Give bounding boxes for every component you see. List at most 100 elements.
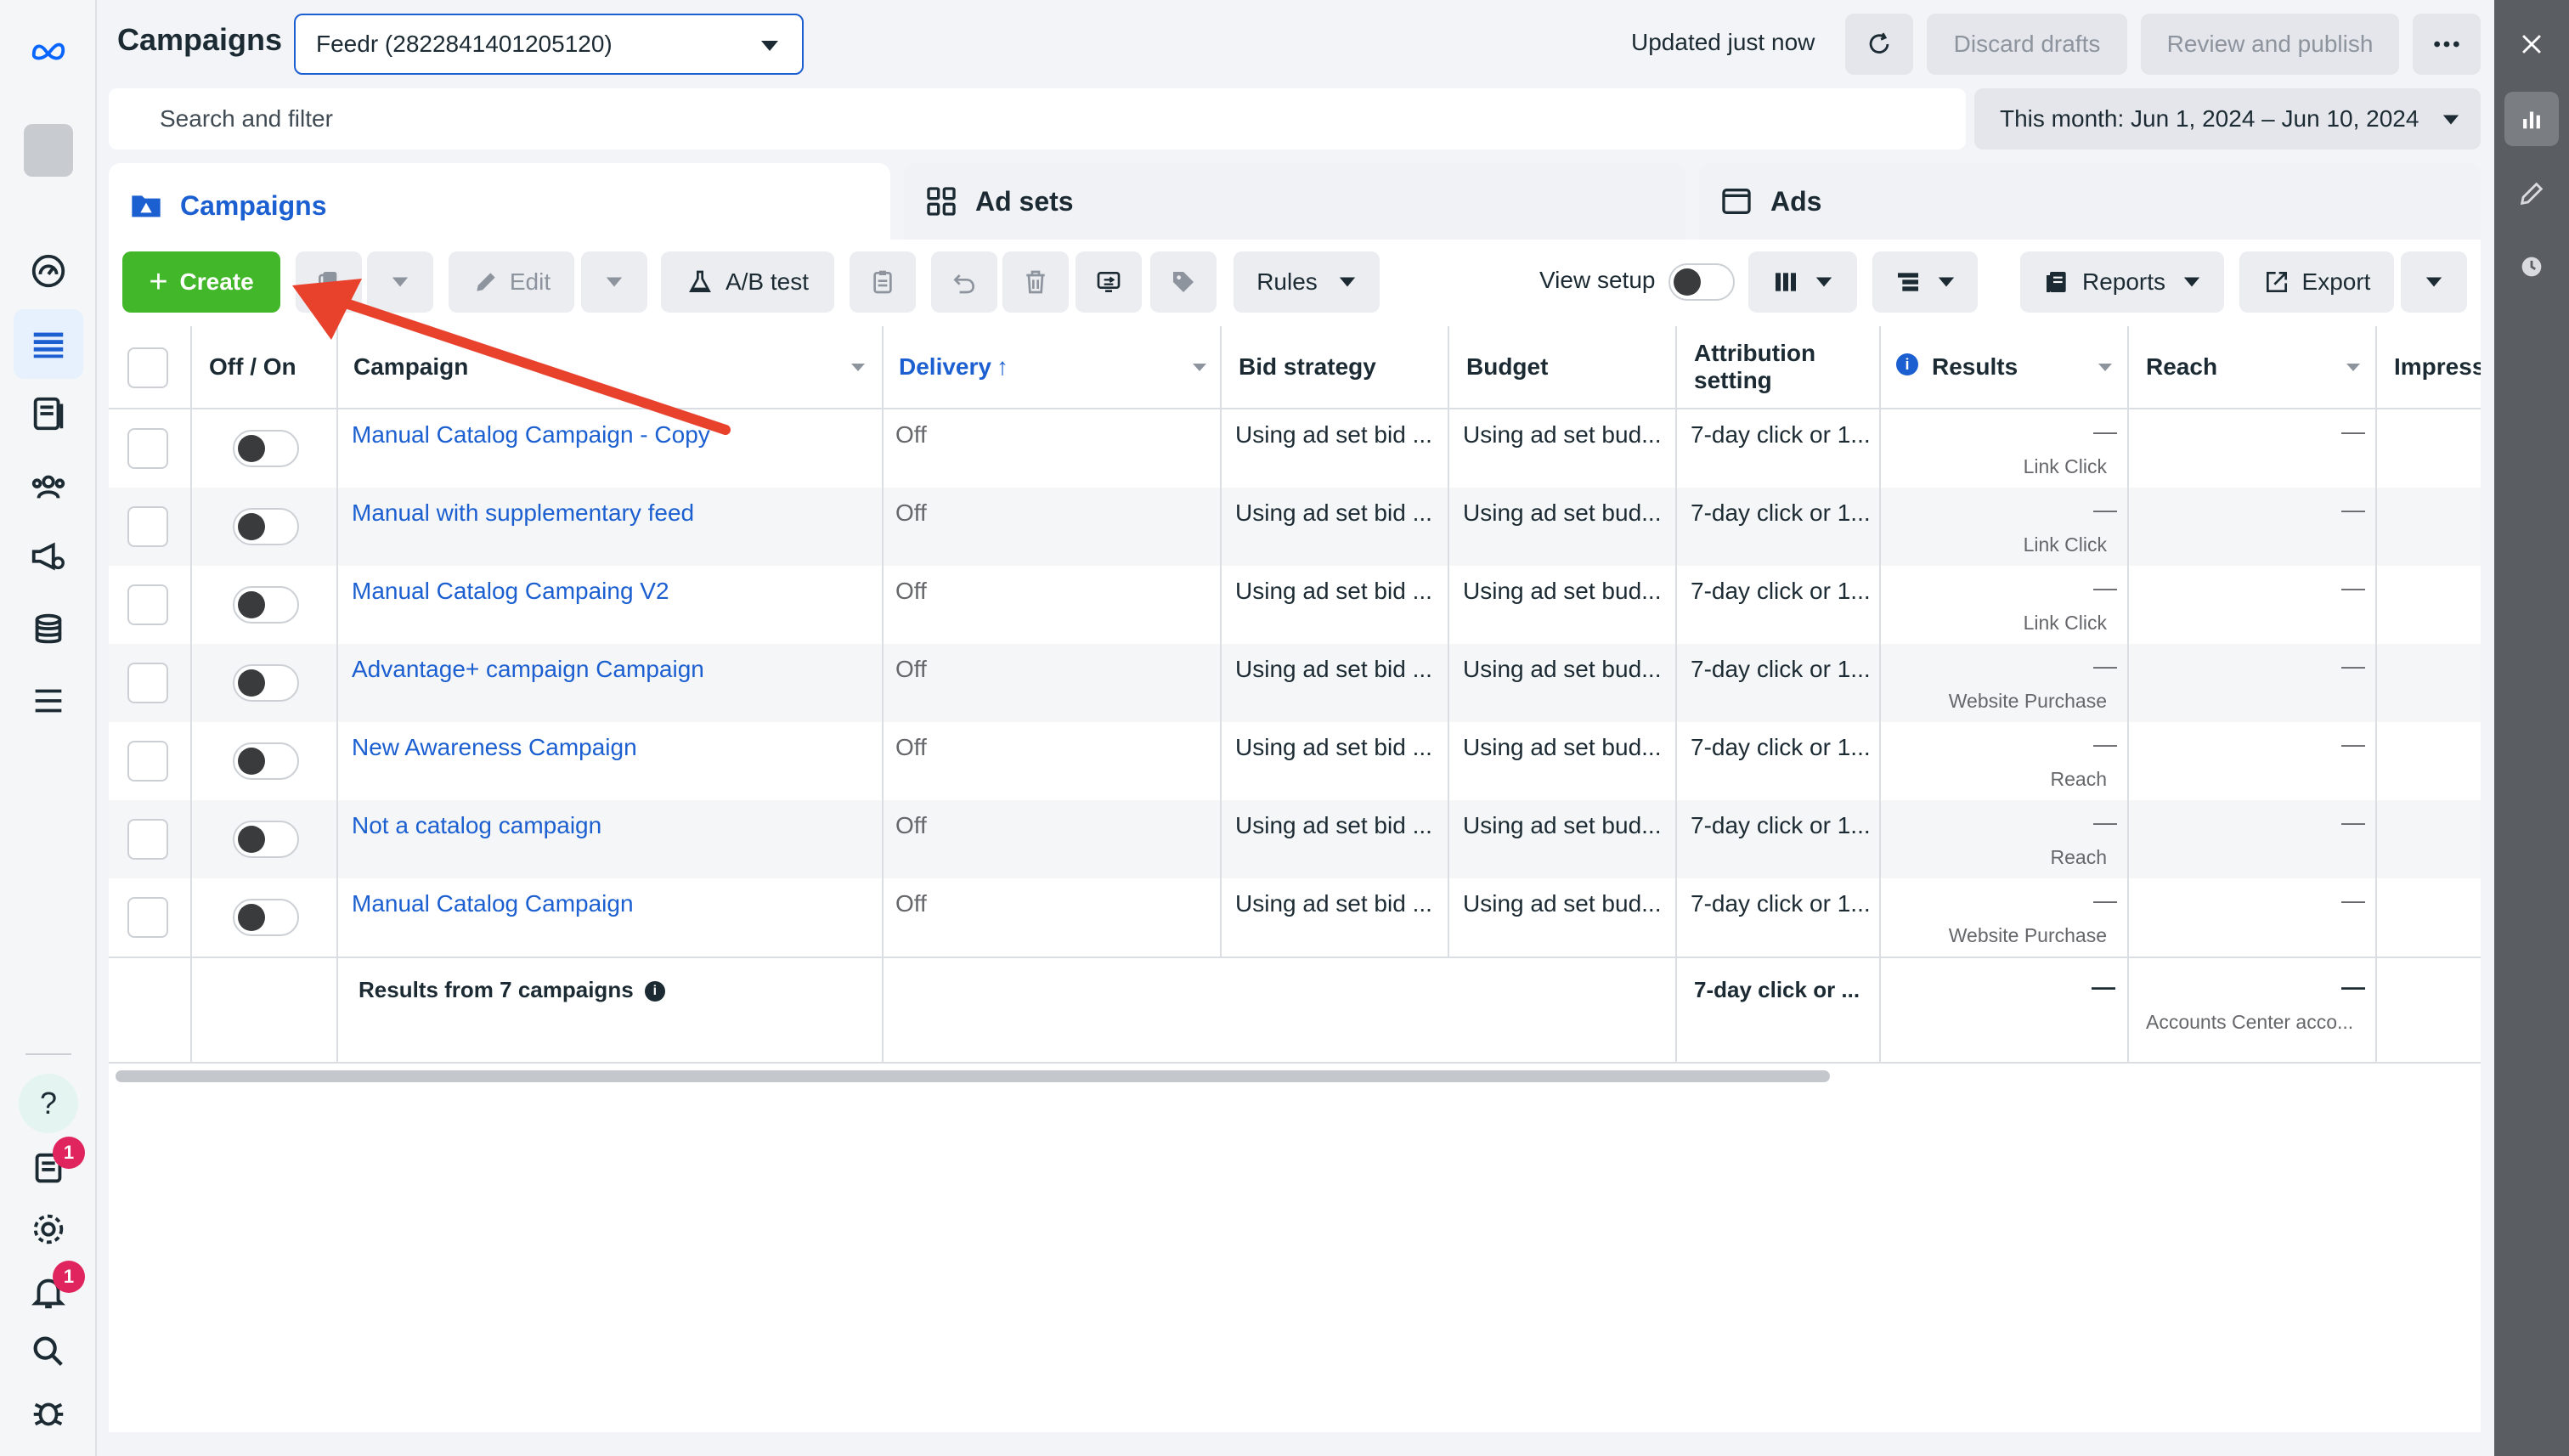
ads-megaphone-icon[interactable] (24, 532, 73, 581)
row-checkbox[interactable] (127, 741, 168, 782)
reports-icon (2046, 272, 2066, 292)
columns-dropdown[interactable] (1748, 251, 1857, 313)
page-title: Campaigns (117, 22, 283, 57)
preview-button[interactable] (1076, 251, 1142, 313)
results-value: — (2093, 496, 2117, 522)
campaign-name-link[interactable]: Advantage+ campaign Campaign (352, 656, 704, 683)
alerts-badge: 1 (53, 1261, 85, 1293)
date-range-picker[interactable]: This month: Jun 1, 2024 – Jun 10, 2024 (1974, 88, 2481, 150)
report-bug-icon[interactable] (24, 1388, 73, 1437)
create-button[interactable]: + Create (122, 251, 280, 313)
campaign-name-link[interactable]: Manual Catalog Campaign (352, 890, 634, 917)
campaign-name-link[interactable]: Manual with supplementary feed (352, 499, 694, 527)
refresh-button[interactable] (1845, 14, 1913, 75)
attribution-header-line1: Attribution (1694, 340, 1816, 366)
results-value: — (2093, 652, 2117, 679)
results-type: Website Purchase (1948, 690, 2107, 712)
more-options-button[interactable] (2413, 14, 2481, 75)
column-divider (1675, 326, 1677, 1064)
column-header-budget[interactable]: Budget (1466, 353, 1548, 381)
search-icon[interactable] (24, 1327, 73, 1376)
results-type: Reach (2050, 768, 2107, 790)
delivery-header-label: Delivery (899, 353, 991, 380)
account-selector[interactable]: Feedr (2822841401205120) (294, 14, 804, 75)
undo-button[interactable] (931, 251, 997, 313)
meta-logo-icon[interactable] (24, 25, 73, 75)
avatar-image (24, 124, 73, 177)
undo-icon (953, 274, 975, 294)
pages-icon[interactable] (24, 389, 73, 438)
review-and-publish-button[interactable]: Review and publish (2141, 14, 2399, 75)
row-checkbox[interactable] (127, 663, 168, 703)
reports-dropdown[interactable]: Reports (2020, 251, 2224, 313)
info-icon[interactable]: i (644, 981, 665, 1002)
attribution-value: 7-day click or 1... (1691, 578, 1871, 604)
bid-strategy-value: Using ad set bid ... (1235, 499, 1432, 526)
column-header-delivery[interactable]: Delivery ↑ (899, 353, 1008, 381)
column-menu-icon[interactable] (1193, 364, 1206, 371)
row-checkbox[interactable] (127, 819, 168, 860)
edit-pencil-icon[interactable] (2504, 166, 2559, 221)
column-menu-icon[interactable] (2346, 364, 2360, 371)
column-menu-icon[interactable] (2098, 364, 2112, 371)
paste-button[interactable] (850, 251, 916, 313)
column-header-bid-strategy[interactable]: Bid strategy (1239, 353, 1376, 381)
account-avatar[interactable] (24, 124, 73, 177)
row-checkbox[interactable] (127, 897, 168, 938)
row-checkbox[interactable] (127, 584, 168, 625)
view-setup-toggle[interactable] (1668, 263, 1735, 301)
rules-dropdown[interactable]: Rules (1234, 251, 1380, 313)
history-clock-icon[interactable] (2504, 240, 2559, 294)
all-tools-menu-icon[interactable] (24, 676, 73, 725)
audiences-icon[interactable] (24, 462, 73, 511)
reach-value: — (2341, 496, 2365, 522)
column-menu-icon[interactable] (851, 364, 865, 371)
campaign-name-link[interactable]: Not a catalog campaign (352, 812, 601, 839)
charts-icon[interactable] (2504, 92, 2559, 146)
reach-value: — (2341, 652, 2365, 679)
delete-button[interactable] (1002, 251, 1069, 313)
search-input[interactable]: Search and filter (109, 88, 1966, 150)
overview-gauge-icon[interactable] (24, 246, 73, 296)
caret-down-icon (1938, 277, 1955, 287)
campaigns-table-icon[interactable] (24, 319, 73, 369)
row-checkbox[interactable] (127, 428, 168, 469)
campaign-name-link[interactable]: Manual Catalog Campaing V2 (352, 578, 669, 605)
horizontal-scrollbar[interactable] (116, 1070, 1830, 1082)
caret-down-icon (2183, 277, 2200, 287)
campaign-toggle[interactable] (233, 742, 299, 780)
column-header-impressions[interactable]: Impress (2394, 353, 2481, 381)
settings-gear-icon[interactable] (24, 1205, 73, 1254)
tab-campaigns[interactable]: Campaigns (109, 163, 890, 248)
column-header-results[interactable]: Results (1932, 353, 2018, 381)
results-type: Link Click (2023, 455, 2107, 477)
sort-ascending-icon: ↑ (996, 353, 1008, 380)
campaign-toggle[interactable] (233, 664, 299, 702)
row-checkbox[interactable] (127, 506, 168, 547)
tab-ads[interactable]: Ads (1699, 163, 2481, 240)
attribution-value: 7-day click or 1... (1691, 890, 1871, 917)
close-icon[interactable] (2504, 17, 2559, 71)
export-button[interactable]: Export (2239, 251, 2394, 313)
help-icon[interactable]: ? (19, 1074, 78, 1133)
delivery-status: Off (895, 656, 927, 682)
campaign-toggle[interactable] (233, 586, 299, 624)
column-header-attribution-setting[interactable]: Attribution setting (1694, 340, 1815, 394)
campaign-toggle[interactable] (233, 899, 299, 936)
tab-label: Ads (1770, 185, 1822, 217)
tab-ad-sets[interactable]: Ad sets (904, 163, 1685, 240)
summary-results: — (2092, 973, 2115, 1000)
export-dropdown-button[interactable] (2401, 251, 2467, 313)
discard-drafts-button[interactable]: Discard drafts (1927, 14, 2127, 75)
campaign-name-link[interactable]: New Awareness Campaign (352, 734, 637, 761)
column-header-reach[interactable]: Reach (2146, 353, 2217, 381)
select-all-checkbox[interactable] (127, 347, 168, 388)
column-divider (190, 326, 192, 1064)
billing-coins-icon[interactable] (24, 605, 73, 654)
info-icon[interactable]: i (1896, 353, 1918, 375)
breakdown-dropdown[interactable] (1872, 251, 1978, 313)
results-value: — (2093, 731, 2117, 757)
tag-button[interactable] (1150, 251, 1217, 313)
campaign-toggle[interactable] (233, 821, 299, 858)
campaign-toggle[interactable] (233, 508, 299, 545)
